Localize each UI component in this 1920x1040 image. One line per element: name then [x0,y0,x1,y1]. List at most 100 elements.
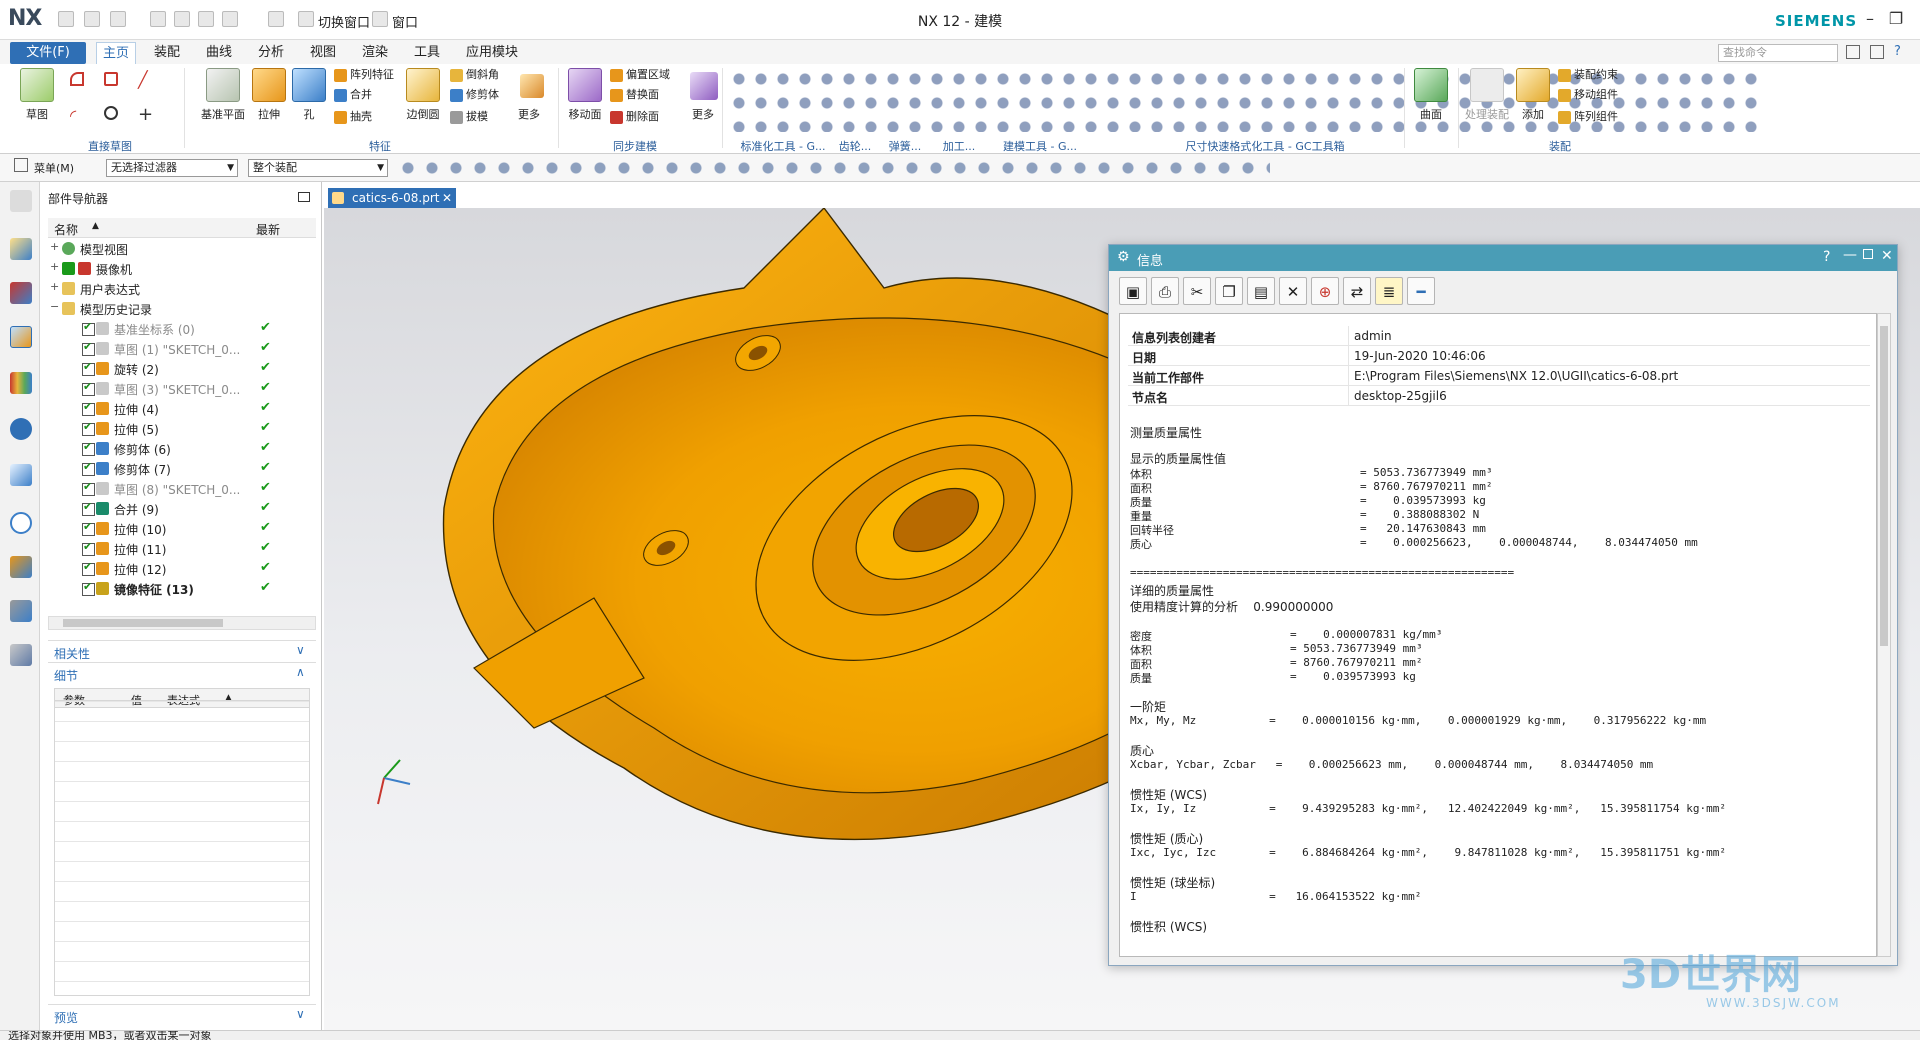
feature-checkbox[interactable] [82,340,95,356]
navigator-horizontal-scrollbar[interactable] [48,616,316,630]
assembly-constraint-button[interactable]: 装配约束 [1558,66,1618,84]
tab-applications[interactable]: 应用模块 [460,42,524,64]
draft-button[interactable]: 拔模 [450,108,488,126]
feature-checkbox[interactable] [82,460,95,476]
feature-checkbox[interactable] [82,420,95,436]
tab-view[interactable]: 视图 [304,42,342,64]
chevron-down-icon[interactable]: ∨ [296,1007,305,1021]
datum-plane-icon[interactable] [206,68,240,102]
tree-feature-row[interactable]: 拉伸 (11) ✔ [48,538,316,558]
maximize-icon[interactable] [298,192,310,202]
tree-feature-row[interactable]: 拉伸 (12) ✔ [48,558,316,578]
scrollbar-thumb[interactable] [1880,326,1888,646]
feature-checkbox[interactable] [82,360,95,376]
tree-node-model-views[interactable]: + 模型视图 [48,238,316,258]
minimize-icon[interactable]: — [1843,247,1857,263]
print-icon[interactable]: ⎙ [1151,277,1179,305]
unite-button[interactable]: 合并 [334,86,372,104]
tab-home[interactable]: 主页 [96,42,137,64]
tab-render[interactable]: 渲染 [356,42,394,64]
more-features-label[interactable]: 更多 [518,106,540,122]
tree-feature-row[interactable]: 修剪体 (7) ✔ [48,458,316,478]
word-wrap-icon[interactable]: ≣ [1375,277,1403,305]
preview-panel-header[interactable]: 预览 ∨ [48,1004,316,1026]
tree-feature-row[interactable]: 合并 (9) ✔ [48,498,316,518]
arc-icon[interactable]: ◜ [70,106,76,125]
shell-button[interactable]: 抽壳 [334,108,372,126]
file-menu[interactable]: 文件(F) [10,42,86,64]
feature-checkbox[interactable] [82,480,95,496]
feature-checkbox[interactable] [82,500,95,516]
tree-feature-row[interactable]: 拉伸 (5) ✔ [48,418,316,438]
snap-and-selection-icons[interactable] [400,159,1270,177]
more-features-icon[interactable] [520,74,544,98]
feature-checkbox[interactable] [82,320,95,336]
close-icon[interactable]: ✕ [1881,248,1893,264]
add-component-label[interactable]: 添加 [1503,106,1563,122]
extrude-icon[interactable] [252,68,286,102]
sketch-button-label[interactable]: 草图 [7,106,67,122]
pattern-feature-button[interactable]: 阵列特征 [334,66,394,84]
maximize-icon[interactable] [1863,249,1873,259]
tab-tools[interactable]: 工具 [408,42,446,64]
window-tile-icon[interactable] [1870,45,1884,59]
help-icon[interactable]: ? [1894,44,1901,59]
menu-icon[interactable] [14,158,28,172]
information-title-bar[interactable]: ⚙ 信息 ? — ✕ [1109,245,1897,271]
column-latest-header[interactable]: 最新 [256,221,280,238]
reuse-library-icon[interactable] [10,372,32,394]
tree-feature-row[interactable]: 草图 (1) "SKETCH_0... ✔ [48,338,316,358]
surface-icon[interactable] [1414,68,1448,102]
collapse-icon[interactable]: ━ [1407,277,1435,305]
paste-icon[interactable]: ▤ [1247,277,1275,305]
process-assembly-icon[interactable] [1470,68,1504,102]
hole-label[interactable]: 孔 [279,106,339,122]
information-text-area[interactable]: 信息列表创建者 admin 日期 19-Jun-2020 10:46:06 当前工作… [1119,313,1877,957]
feature-checkbox[interactable] [82,380,95,396]
move-face-icon[interactable] [568,68,602,102]
minimize-button[interactable]: – [1856,8,1884,30]
profile-icon[interactable] [70,72,84,86]
chevron-down-icon[interactable]: ∨ [296,643,305,657]
edge-blend-icon[interactable] [406,68,440,102]
settings-gear-icon[interactable]: ⚙ [1117,249,1130,265]
tree-feature-row[interactable]: 修剪体 (6) ✔ [48,438,316,458]
move-component-button[interactable]: 移动组件 [1558,86,1618,104]
offset-region-button[interactable]: 偏置区域 [610,66,670,84]
find-icon[interactable]: ⊕ [1311,277,1339,305]
more-sync-icon[interactable] [690,72,718,100]
save-icon[interactable]: ▣ [1119,277,1147,305]
delete-icon[interactable]: ✕ [1279,277,1307,305]
hole-icon[interactable] [292,68,326,102]
copy-icon[interactable]: ❐ [1215,277,1243,305]
command-search-input[interactable]: 查找命令 [1718,44,1838,62]
move-face-label[interactable]: 移动面 [555,106,615,122]
tree-feature-row[interactable]: 镜像特征 (13) ✔ [48,578,316,598]
hd3d-tools-icon[interactable] [10,418,32,440]
replace-icon[interactable]: ⇄ [1343,277,1371,305]
assembly-navigator-icon[interactable] [10,238,32,260]
feature-checkbox[interactable] [82,440,95,456]
replace-face-button[interactable]: 替换面 [610,86,659,104]
rectangle-icon[interactable] [104,72,118,86]
dependencies-panel-header[interactable]: 相关性 ∨ [48,640,316,662]
pattern-component-button[interactable]: 阵列组件 [1558,108,1618,126]
web-browser-icon[interactable] [10,464,32,486]
sort-up-icon[interactable]: ▲ [92,221,99,231]
process-studio-icon[interactable] [10,600,32,622]
roles-icon[interactable] [10,644,32,666]
tree-node-model-history[interactable]: − 模型历史记录 [48,298,316,318]
add-component-icon[interactable] [1516,68,1550,102]
sketch-icon[interactable] [20,68,54,102]
feature-checkbox[interactable] [82,580,95,596]
feature-checkbox[interactable] [82,540,95,556]
circle-icon[interactable] [104,106,118,120]
constraint-navigator-icon[interactable] [10,282,32,304]
tree-node-user-expressions[interactable]: + 用户表达式 [48,278,316,298]
history-clock-icon[interactable] [10,512,32,534]
part-navigator-icon[interactable] [10,326,32,348]
menu-button[interactable]: 菜单(M) [34,160,74,176]
tree-feature-row[interactable]: 拉伸 (10) ✔ [48,518,316,538]
tree-feature-row[interactable]: 草图 (8) "SKETCH_0... ✔ [48,478,316,498]
information-vertical-scrollbar[interactable] [1877,313,1891,957]
